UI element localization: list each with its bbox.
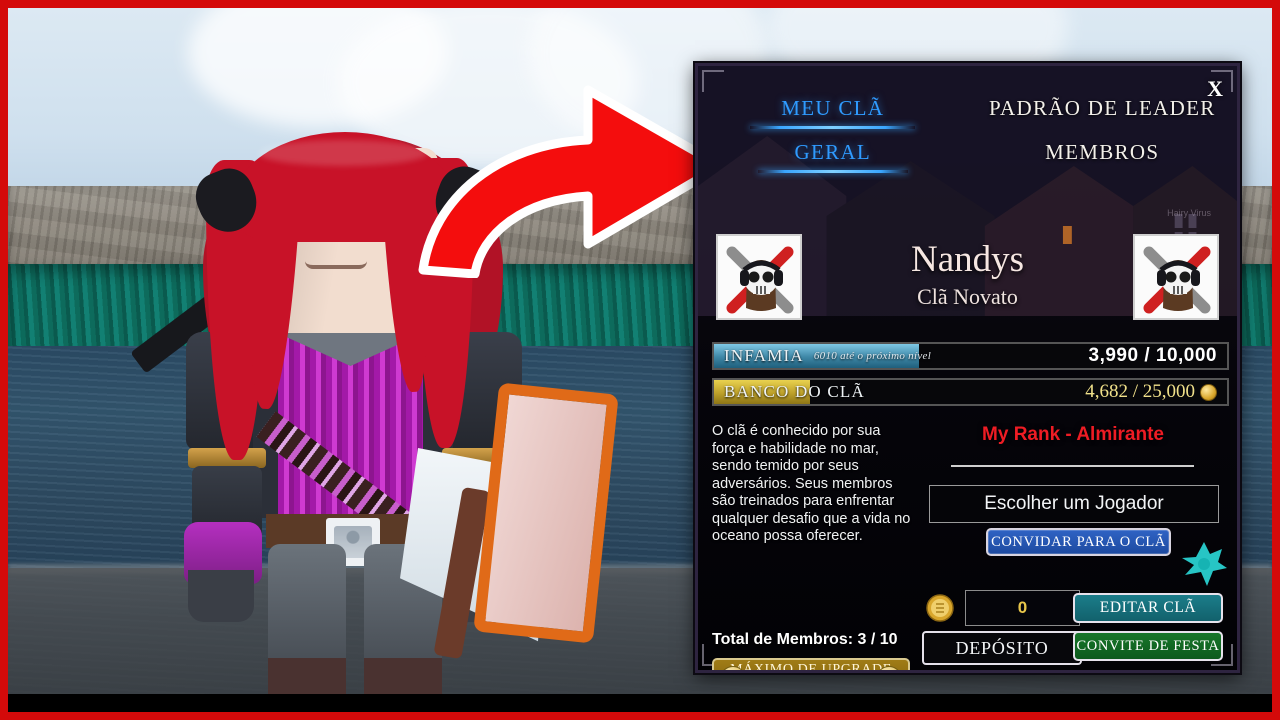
tab-geral[interactable]: GERAL: [698, 140, 968, 173]
disband-clan-button[interactable]: DISBAND CLAN: [1073, 671, 1223, 673]
deposit-amount-input[interactable]: 0: [965, 590, 1080, 626]
coin-icon: [1200, 383, 1217, 401]
tab-meu-cla-label: MEU CLÃ: [781, 96, 885, 120]
bank-value-group: 4,682 / 25,000: [1085, 380, 1217, 404]
max-upgrade-label: MÁXIMO DE UPGRADE: [730, 662, 892, 673]
infamia-label-group: INFAMIA 6010 até o próximo nível: [724, 344, 931, 368]
party-character-icon: [1182, 542, 1227, 586]
thumbnail-stage: Hairy Virus X MEU CLÃ PADRÃO DE LEADER G…: [0, 0, 1280, 720]
tab-underline: [750, 126, 916, 129]
clan-panel: Hairy Virus X MEU CLÃ PADRÃO DE LEADER G…: [695, 63, 1240, 673]
max-upgrade-button[interactable]: MÁXIMO DE UPGRADE 10,000: [712, 658, 910, 673]
close-icon[interactable]: X: [1207, 76, 1223, 102]
watermark: Hairy Virus: [1167, 208, 1211, 218]
editar-cla-button[interactable]: EDITAR CLÃ: [1073, 593, 1223, 623]
primary-tab-row: MEU CLÃ PADRÃO DE LEADER: [698, 96, 1237, 129]
tab-membros[interactable]: MEMBROS: [968, 140, 1238, 173]
clan-description: O clã é conhecido por sua força e habili…: [712, 423, 911, 544]
infamia-value-group: 3,990 / 10,000: [1089, 344, 1218, 368]
tab-geral-label: GERAL: [794, 140, 871, 164]
clan-header: Nandys Clã Novato: [698, 226, 1237, 331]
coin-icon: [926, 594, 954, 622]
game-scene: Hairy Virus X MEU CLÃ PADRÃO DE LEADER G…: [8, 8, 1272, 702]
fingers-left: [188, 570, 254, 622]
tab-meu-cla[interactable]: MEU CLÃ: [698, 96, 968, 129]
tab-padrao-de-leader-label: PADRÃO DE LEADER: [988, 96, 1216, 120]
retirada-button[interactable]: RETIRADA: [922, 671, 1082, 673]
tab-underline: [757, 170, 908, 173]
orange-shield: [473, 382, 619, 644]
panel-corner-ornament: [702, 70, 724, 92]
my-rank-label: My Rank - Almirante: [982, 424, 1164, 445]
mouth: [305, 261, 367, 269]
pick-player-dropdown[interactable]: Escolher um Jogador: [929, 485, 1219, 523]
leg-left: [268, 544, 346, 674]
deposito-button[interactable]: DEPÓSITO: [922, 631, 1082, 665]
bottom-black-bar: [8, 694, 1272, 712]
invite-to-clan-button[interactable]: CONVIDAR PARA O CLÃ: [986, 528, 1171, 556]
infamia-bar: INFAMIA 6010 até o próximo nível 3,990 /…: [712, 342, 1229, 370]
bank-label: BANCO DO CLÃ: [724, 382, 865, 401]
members-total-label: Total de Membros: 3 / 10: [712, 631, 898, 648]
bank-value: 4,682 / 25,000: [1085, 381, 1195, 402]
infamia-value: 3,990 / 10,000: [1088, 345, 1217, 366]
secondary-tab-row: GERAL MEMBROS: [698, 140, 1237, 173]
red-curved-arrow: [418, 85, 726, 278]
convite-de-festa-button[interactable]: CONVITE DE FESTA: [1073, 631, 1223, 661]
tab-membros-label: MEMBROS: [1045, 140, 1160, 164]
bank-bar: BANCO DO CLÃ 4,682 / 25,000: [712, 378, 1229, 406]
rank-divider: [951, 465, 1194, 467]
clan-emblem-right: [1133, 234, 1219, 320]
infamia-label: INFAMIA: [724, 346, 804, 365]
tab-padrao-de-leader[interactable]: PADRÃO DE LEADER: [968, 96, 1238, 129]
infamia-sublabel: 6010 até o próximo nível: [813, 350, 932, 362]
